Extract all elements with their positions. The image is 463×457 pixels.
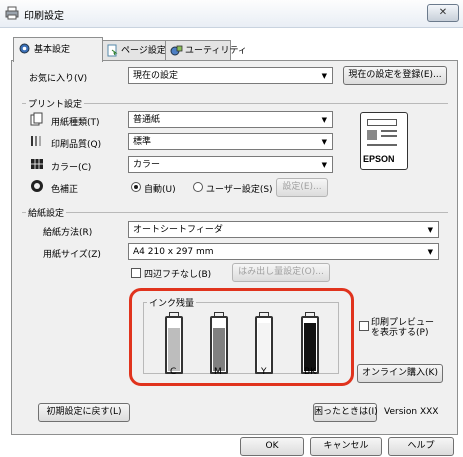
gear-printer-icon [19,43,30,54]
paper-size-label: 用紙サイズ(Z) [43,250,101,260]
cartridge-c-label: C [170,367,177,377]
ink-level-fill-c [168,328,180,371]
ok-button[interactable]: OK [240,437,304,456]
borderless-label: 四辺フチなし(B) [144,270,212,280]
color-label: カラー(C) [51,163,92,173]
color-correction-label: 色補正 [51,185,79,195]
favorites-dropdown[interactable]: 現在の設定 ▼ [128,67,333,84]
user-settings-radio-label: ユーザー設定(S) [206,185,273,195]
ink-level-fill-bk [304,323,316,371]
tab-utility[interactable]: ユーティリティ [165,40,247,61]
paper-source-label: 給紙方法(R) [43,228,93,238]
ink-tank-c [165,316,183,374]
print-quality-icon [31,136,41,146]
help-when-stuck-button[interactable]: 困ったときは(I) [313,403,378,422]
close-button[interactable]: ✕ [427,4,459,22]
paper-settings-group [22,212,448,213]
auto-radio-label: 自動(U) [144,185,176,195]
version-text: Version XXX [384,407,439,417]
print-quality-dropdown[interactable]: 標準 ▼ [128,133,333,150]
paper-type-dropdown[interactable]: 普通紙 ▼ [128,111,333,128]
help-button[interactable]: ヘルプ [388,437,454,456]
title-bar: 印刷設定 ✕ [0,0,463,28]
chevron-down-icon: ▼ [427,248,433,256]
tab-page-settings-label: ページ設定 [121,46,166,56]
chevron-down-icon: ▼ [321,116,327,124]
ink-tank-m [210,316,228,374]
ink-level-fill-y [258,323,270,371]
chevron-down-icon: ▼ [427,226,433,234]
print-quality-label: 印刷品質(Q) [51,140,102,150]
cartridge-m-label: M [214,367,222,377]
online-purchase-button[interactable]: オンライン購入(K) [357,364,443,383]
tab-basic-settings-label: 基本設定 [34,45,71,55]
chevron-down-icon: ▼ [321,138,327,146]
paper-source-value: オートシートフィーダ [133,225,223,235]
page-icon [107,44,118,57]
user-settings-radio[interactable] [193,182,203,192]
paper-type-label: 用紙種類(T) [51,118,100,128]
paper-type-icon [30,112,43,126]
cancel-button[interactable]: キャンセル [310,437,382,456]
paper-size-dropdown[interactable]: A4 210 x 297 mm ▼ [128,243,439,260]
reset-defaults-button[interactable]: 初期設定に戻す(L) [38,403,130,422]
ink-tank-bk [301,316,319,374]
color-icon [31,159,43,169]
printer-illustration: EPSON [360,112,408,170]
chevron-down-icon: ▼ [321,161,327,169]
ink-tank-y [255,316,273,374]
preview-label: 印刷プレビューを表示する(P) [371,318,435,338]
printer-icon [5,6,19,20]
color-correction-icon [31,180,43,192]
print-settings-window: 印刷設定 ✕ 基本設定 ページ設定 ユーティリティ お気に入り(V) 現在の設定… [0,0,463,457]
overflow-settings-button[interactable]: はみ出し量設定(O)... [232,263,330,282]
favorites-label: お気に入り(V) [29,74,88,84]
print-settings-group-label: プリント設定 [26,97,85,110]
paper-type-value: 普通紙 [133,115,161,125]
chevron-down-icon: ▼ [321,72,327,80]
tab-utility-label: ユーティリティ [185,46,247,56]
color-value: カラー [133,160,161,170]
ink-level-group-label: インク残量 [147,296,197,309]
tab-basic-settings[interactable]: 基本設定 [13,37,103,62]
favorites-value: 現在の設定 [133,71,179,81]
cartridge-bk-label: BK [304,367,317,377]
paper-size-value: A4 210 x 297 mm [133,247,214,257]
paper-settings-group-label: 給紙設定 [26,206,67,219]
register-current-settings-button[interactable]: 現在の設定を登録(E)... [343,66,447,85]
tab-page-settings[interactable]: ページ設定 [101,40,167,61]
color-dropdown[interactable]: カラー ▼ [128,156,333,173]
borderless-checkbox[interactable] [131,268,141,278]
color-settings-button[interactable]: 設定(E)... [276,178,328,197]
print-settings-group [22,103,448,104]
print-quality-value: 標準 [133,137,152,147]
auto-radio[interactable] [131,182,141,192]
utility-icon [170,45,183,56]
preview-checkbox[interactable] [359,321,369,331]
ink-level-fill-m [213,328,225,371]
paper-source-dropdown[interactable]: オートシートフィーダ ▼ [128,221,439,238]
radio-selected-dot [134,185,138,189]
epson-logo: EPSON [363,154,395,164]
cartridge-y-label: Y [261,367,267,377]
window-title: 印刷設定 [24,11,64,22]
